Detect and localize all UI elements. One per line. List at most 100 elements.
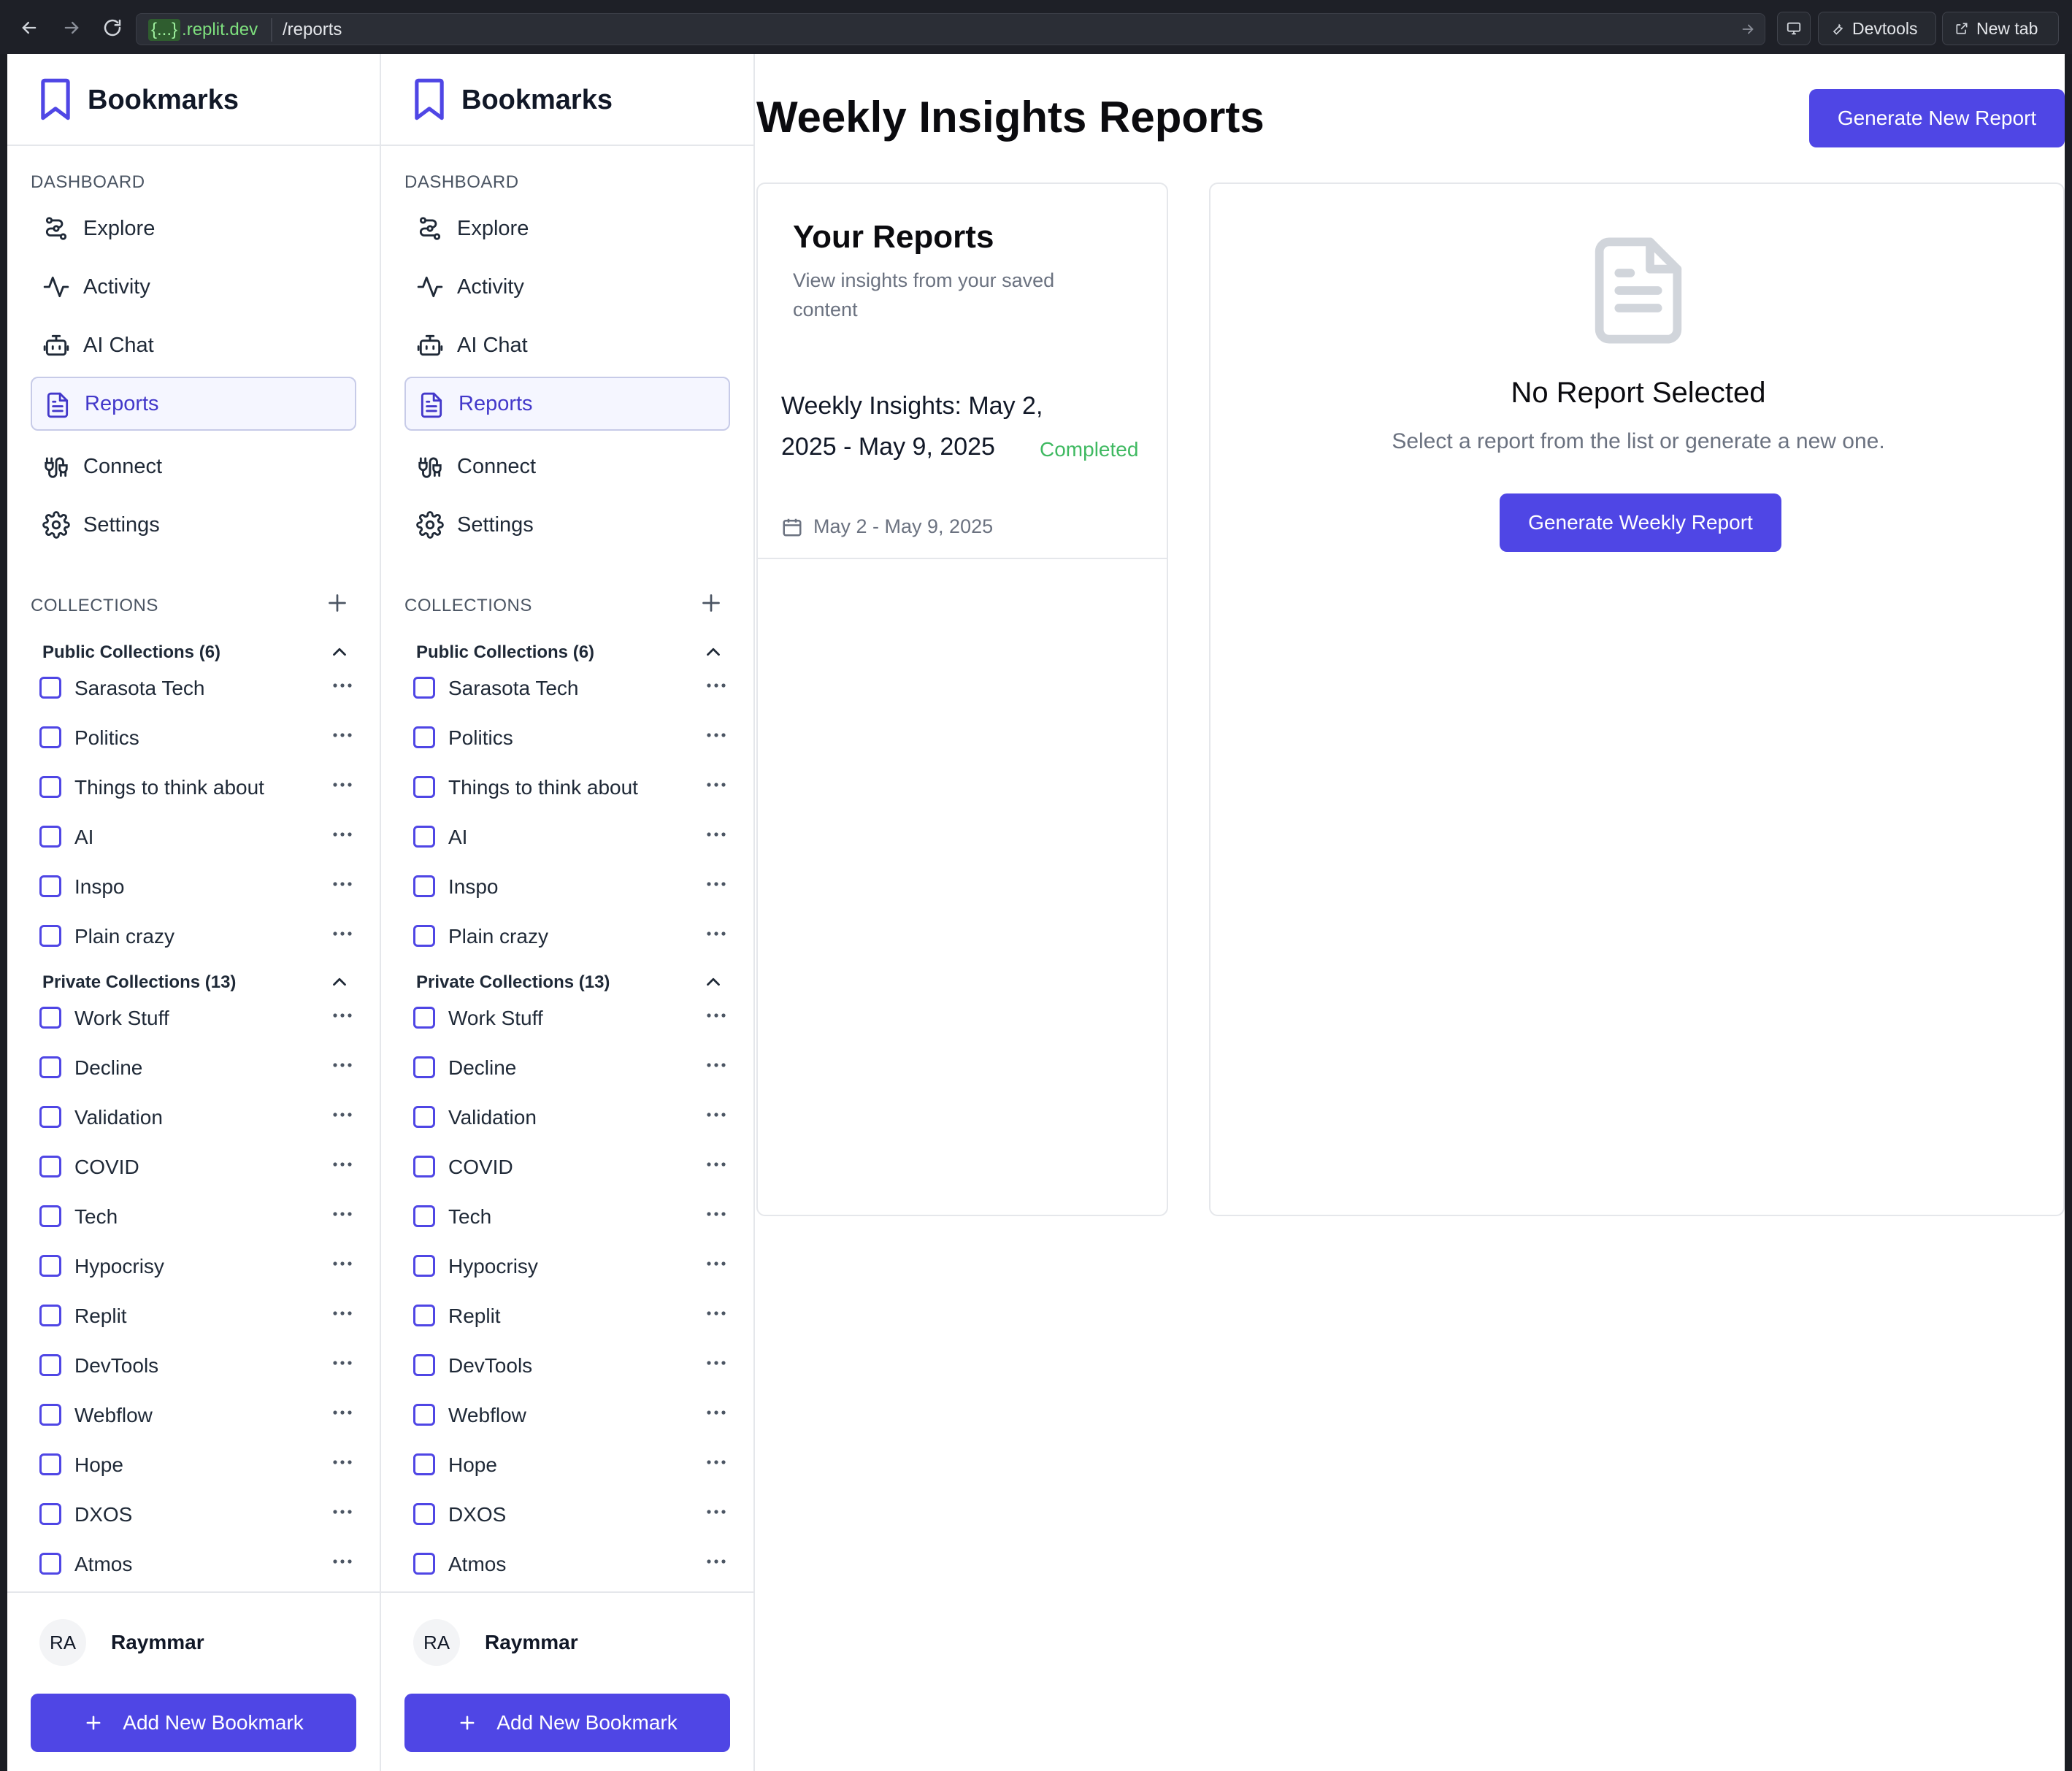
more-options-icon[interactable] (705, 1556, 727, 1570)
collection-list-item[interactable]: Hypocrisy (413, 1245, 734, 1286)
sidebar-item-ai-chat[interactable]: AI Chat (404, 318, 730, 372)
more-options-icon[interactable] (705, 1259, 727, 1272)
more-options-icon[interactable] (331, 1010, 353, 1023)
more-options-icon[interactable] (705, 1507, 727, 1520)
add-new-bookmark-button[interactable]: Add New Bookmark (31, 1694, 356, 1752)
sidebar-item-reports[interactable]: Reports (404, 377, 730, 431)
more-options-icon[interactable] (705, 1457, 727, 1470)
more-options-icon[interactable] (331, 1110, 353, 1123)
sidebar-item-explore[interactable]: Explore (404, 201, 730, 256)
more-options-icon[interactable] (705, 730, 727, 743)
collection-list-item[interactable]: DevTools (413, 1345, 734, 1386)
collection-list-item[interactable]: Atmos (413, 1543, 734, 1584)
go-arrow-icon[interactable] (1740, 21, 1756, 41)
more-options-icon[interactable] (705, 1110, 727, 1123)
sidebar-item-settings[interactable]: Settings (31, 498, 356, 552)
address-bar[interactable]: {...} .replit.dev /reports (136, 13, 1765, 45)
collection-list-item[interactable]: Things to think about (39, 767, 361, 807)
collection-checkbox[interactable] (413, 1106, 435, 1128)
collection-list-item[interactable]: Plain crazy (39, 915, 361, 956)
more-options-icon[interactable] (705, 1358, 727, 1371)
sidebar-item-activity[interactable]: Activity (404, 260, 730, 314)
collection-checkbox[interactable] (39, 1553, 61, 1575)
forward-arrow-icon[interactable] (57, 13, 86, 42)
collection-list-item[interactable]: AI (413, 816, 734, 857)
collection-checkbox[interactable] (39, 1503, 61, 1525)
collection-checkbox[interactable] (39, 826, 61, 848)
collection-list-item[interactable]: Decline (413, 1047, 734, 1088)
collection-checkbox[interactable] (413, 776, 435, 798)
add-collection-plus-icon[interactable] (698, 590, 724, 616)
collection-list-item[interactable]: Webflow (39, 1394, 361, 1435)
generate-weekly-report-button[interactable]: Generate Weekly Report (1500, 493, 1781, 552)
more-options-icon[interactable] (331, 730, 353, 743)
avatar[interactable]: RA (39, 1619, 86, 1666)
collection-group-header[interactable]: Private Collections (13) (416, 968, 730, 997)
collection-group-header[interactable]: Public Collections (6) (42, 638, 356, 667)
more-options-icon[interactable] (705, 879, 727, 892)
more-options-icon[interactable] (705, 1308, 727, 1321)
collection-checkbox[interactable] (39, 1056, 61, 1078)
more-options-icon[interactable] (705, 1010, 727, 1023)
more-options-icon[interactable] (331, 1159, 353, 1172)
collection-checkbox[interactable] (413, 1503, 435, 1525)
add-collection-plus-icon[interactable] (324, 590, 350, 616)
collection-list-item[interactable]: Decline (39, 1047, 361, 1088)
collection-list-item[interactable]: Webflow (413, 1394, 734, 1435)
collection-list-item[interactable]: Politics (413, 717, 734, 758)
more-options-icon[interactable] (331, 1358, 353, 1371)
more-options-icon[interactable] (331, 1209, 353, 1222)
collection-checkbox[interactable] (39, 776, 61, 798)
sidebar-item-connect[interactable]: Connect (404, 439, 730, 493)
collection-list-item[interactable]: AI (39, 816, 361, 857)
collection-checkbox[interactable] (39, 1404, 61, 1426)
collection-checkbox[interactable] (39, 1007, 61, 1029)
more-options-icon[interactable] (705, 1209, 727, 1222)
collection-list-item[interactable]: Inspo (39, 866, 361, 907)
collection-list-item[interactable]: Plain crazy (413, 915, 734, 956)
more-options-icon[interactable] (331, 879, 353, 892)
more-options-icon[interactable] (705, 929, 727, 942)
collection-list-item[interactable]: Validation (413, 1096, 734, 1137)
collection-checkbox[interactable] (413, 875, 435, 897)
collection-checkbox[interactable] (413, 1553, 435, 1575)
back-arrow-icon[interactable] (15, 13, 44, 42)
collection-checkbox[interactable] (413, 1305, 435, 1326)
more-options-icon[interactable] (705, 1159, 727, 1172)
collection-list-item[interactable]: Tech (413, 1196, 734, 1237)
more-options-icon[interactable] (331, 680, 353, 694)
more-options-icon[interactable] (331, 780, 353, 793)
more-options-icon[interactable] (331, 1259, 353, 1272)
collection-checkbox[interactable] (413, 925, 435, 947)
more-options-icon[interactable] (705, 1060, 727, 1073)
collection-list-item[interactable]: Replit (39, 1295, 361, 1336)
collection-list-item[interactable]: Atmos (39, 1543, 361, 1584)
collection-list-item[interactable]: COVID (413, 1146, 734, 1187)
collection-checkbox[interactable] (39, 1106, 61, 1128)
collection-checkbox[interactable] (39, 1453, 61, 1475)
collection-checkbox[interactable] (39, 726, 61, 748)
collection-group-header[interactable]: Public Collections (6) (416, 638, 730, 667)
collection-list-item[interactable]: DXOS (39, 1494, 361, 1534)
collection-checkbox[interactable] (39, 677, 61, 699)
collection-list-item[interactable]: Work Stuff (39, 997, 361, 1038)
collection-checkbox[interactable] (413, 1205, 435, 1227)
collection-checkbox[interactable] (39, 925, 61, 947)
collection-list-item[interactable]: Hope (39, 1444, 361, 1485)
more-options-icon[interactable] (331, 1556, 353, 1570)
report-list-item[interactable]: Weekly Insights: May 2, 2025 - May 9, 20… (758, 371, 1167, 559)
chevron-up-icon[interactable] (329, 971, 350, 996)
sidebar-item-reports[interactable]: Reports (31, 377, 356, 431)
collection-checkbox[interactable] (39, 1305, 61, 1326)
collection-checkbox[interactable] (39, 1205, 61, 1227)
more-options-icon[interactable] (331, 1507, 353, 1520)
collection-list-item[interactable]: Tech (39, 1196, 361, 1237)
collection-checkbox[interactable] (413, 1354, 435, 1376)
collection-checkbox[interactable] (413, 1007, 435, 1029)
collection-checkbox[interactable] (39, 1156, 61, 1178)
more-options-icon[interactable] (705, 1407, 727, 1421)
collection-list-item[interactable]: DXOS (413, 1494, 734, 1534)
chevron-up-icon[interactable] (702, 971, 724, 996)
more-options-icon[interactable] (331, 1308, 353, 1321)
collection-list-item[interactable]: Things to think about (413, 767, 734, 807)
